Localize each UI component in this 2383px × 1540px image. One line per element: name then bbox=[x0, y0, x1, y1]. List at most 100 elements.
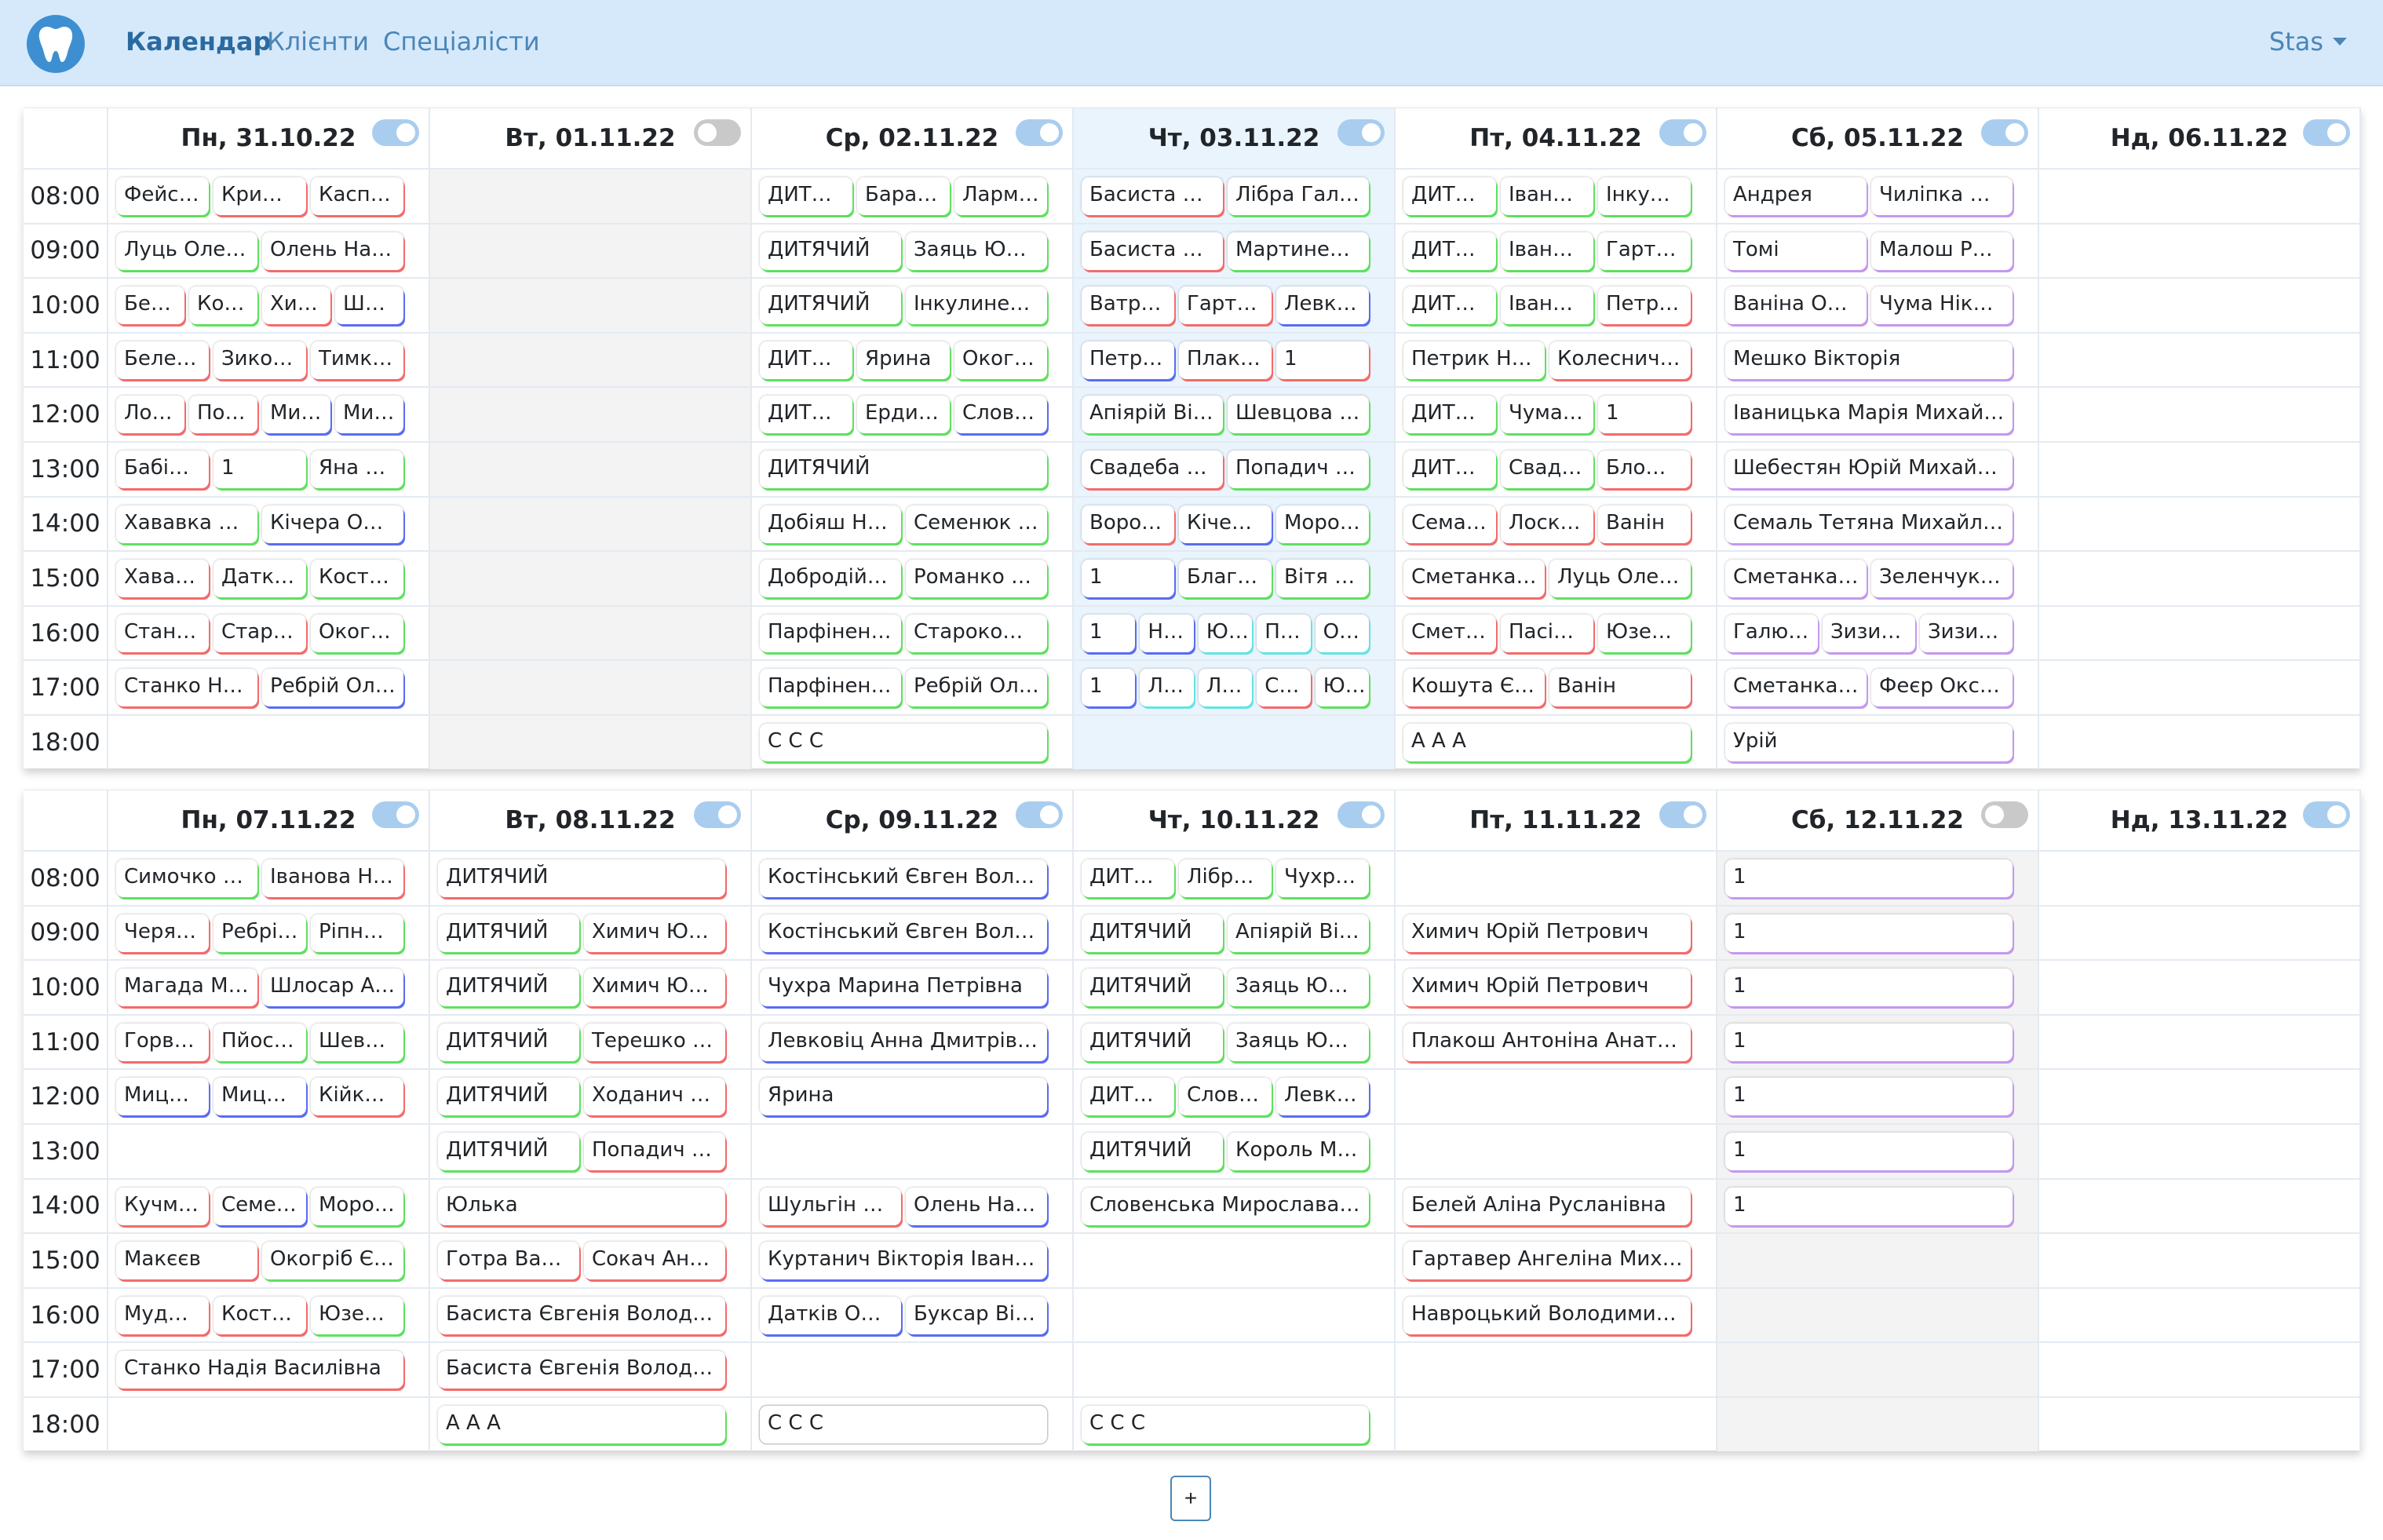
appointment-chip[interactable]: Ю… bbox=[1198, 614, 1253, 652]
time-slot-cell[interactable]: ДИТЯЧИЙ bbox=[752, 443, 1074, 496]
appointment-chip[interactable]: Король Ма… bbox=[1228, 1133, 1369, 1170]
appointment-chip[interactable]: Окогріб Єв… bbox=[262, 1242, 403, 1280]
time-slot-cell[interactable] bbox=[430, 661, 752, 714]
appointment-chip[interactable]: Хи… bbox=[262, 286, 330, 325]
time-slot-cell[interactable]: Левковіц Анна Дмитрівна bbox=[752, 1015, 1074, 1069]
time-slot-cell[interactable]: ДИТЯЧИЙ Ходанич Ю… bbox=[430, 1070, 752, 1123]
time-slot-cell[interactable]: Свадеба Га… Попадич М… bbox=[1074, 443, 1396, 496]
appointment-chip[interactable]: Луць Олек… bbox=[1549, 560, 1691, 598]
appointment-chip[interactable]: Тимко… bbox=[311, 341, 403, 379]
time-slot-cell[interactable]: А А А bbox=[1396, 716, 1717, 769]
time-slot-cell[interactable]: Басиста Єв… Лібра Гали… bbox=[1074, 170, 1396, 223]
appointment-chip[interactable]: Баран… bbox=[857, 177, 950, 215]
time-slot-cell[interactable]: 1 bbox=[1717, 1179, 2039, 1233]
appointment-chip[interactable]: ДИТЯЧИЙ bbox=[1082, 1023, 1223, 1061]
appointment-chip[interactable]: Заяць Юрі… bbox=[1228, 969, 1369, 1007]
time-slot-cell[interactable] bbox=[752, 1343, 1074, 1396]
appointment-chip[interactable]: ДИТЯЧИЙ bbox=[760, 232, 901, 270]
time-slot-cell[interactable]: Макєєв Окогріб Єв… bbox=[108, 1234, 430, 1287]
appointment-chip[interactable]: Шлосар Ан… bbox=[262, 969, 403, 1007]
time-slot-cell[interactable]: Кучми… Семен… Моро… bbox=[108, 1179, 430, 1233]
appointment-chip[interactable]: Олень Нат… bbox=[906, 1187, 1047, 1225]
time-slot-cell[interactable]: Луць Олек… Олень Нат… bbox=[108, 224, 430, 278]
time-slot-cell[interactable]: Хававка М… Кічера Оле… bbox=[108, 497, 430, 551]
appointment-chip[interactable]: Басиста Євгенія Володим… bbox=[438, 1296, 725, 1334]
appointment-chip[interactable]: 1 bbox=[213, 451, 306, 488]
appointment-chip[interactable]: Макєєв bbox=[116, 1242, 257, 1280]
time-slot-cell[interactable]: 1 bbox=[1717, 852, 2039, 905]
time-slot-cell[interactable] bbox=[2039, 661, 2361, 714]
time-slot-cell[interactable]: ДИТЯ… Ердик… Слове… bbox=[752, 388, 1074, 441]
appointment-chip[interactable]: ДИТЯ… bbox=[1403, 286, 1496, 325]
nav-link-calendar[interactable]: Календар bbox=[126, 27, 271, 57]
time-slot-cell[interactable]: 1 bbox=[1717, 1070, 2039, 1123]
time-slot-cell[interactable]: ДИТЯ… Іванц… Гартн… bbox=[1396, 224, 1717, 278]
time-slot-cell[interactable] bbox=[430, 333, 752, 387]
appointment-chip[interactable]: Ков… bbox=[189, 286, 257, 325]
appointment-chip[interactable]: Лос… bbox=[116, 396, 184, 434]
appointment-chip[interactable]: Старо… bbox=[213, 614, 306, 652]
time-slot-cell[interactable]: Сметанка … Феєр Окса… bbox=[1717, 661, 2039, 714]
appointment-chip[interactable]: Моро… bbox=[1276, 505, 1369, 543]
time-slot-cell[interactable]: Ватра… Гартн… Левко… bbox=[1074, 279, 1396, 332]
appointment-chip[interactable]: А А А bbox=[438, 1406, 725, 1443]
appointment-chip[interactable]: Белей… bbox=[116, 341, 209, 379]
time-slot-cell[interactable]: ДИТЯЧИЙ bbox=[430, 852, 752, 905]
time-slot-cell[interactable]: 1 Н… Ю… П… О… bbox=[1074, 606, 1396, 660]
time-slot-cell[interactable]: 1 Л… Л… Ст… Ю… bbox=[1074, 661, 1396, 714]
appointment-chip[interactable]: А А А bbox=[1403, 724, 1691, 761]
appointment-chip[interactable]: Левко… bbox=[1276, 1078, 1369, 1116]
time-slot-cell[interactable]: Магада Ми… Шлосар Ан… bbox=[108, 961, 430, 1014]
time-slot-cell[interactable]: Датків Оле… Буксар Вік… bbox=[752, 1288, 1074, 1342]
time-slot-cell[interactable]: 1 bbox=[1717, 1015, 2039, 1069]
appointment-chip[interactable]: Гартавер Ангеліна Михай… bbox=[1403, 1242, 1691, 1280]
appointment-chip[interactable]: Чухра Марина Петрівна bbox=[760, 969, 1047, 1007]
appointment-chip[interactable]: Ярина bbox=[760, 1078, 1047, 1116]
appointment-chip[interactable]: Ларм… bbox=[954, 177, 1047, 215]
appointment-chip[interactable]: С С С bbox=[760, 724, 1047, 761]
appointment-chip[interactable]: Іванова На… bbox=[262, 859, 403, 897]
appointment-chip[interactable]: С С С bbox=[760, 1406, 1047, 1443]
time-slot-cell[interactable]: Андрея Чиліпка М… bbox=[1717, 170, 2039, 223]
day-availability-toggle[interactable] bbox=[1659, 801, 1706, 828]
appointment-chip[interactable]: 1 bbox=[1598, 396, 1691, 434]
appointment-chip[interactable]: Белей Аліна Русланівна bbox=[1403, 1187, 1691, 1225]
appointment-chip[interactable]: Слове… bbox=[954, 396, 1047, 434]
appointment-chip[interactable]: Горва… bbox=[116, 1023, 209, 1061]
time-slot-cell[interactable] bbox=[2039, 388, 2361, 441]
appointment-chip[interactable]: Свадеба Га… bbox=[1082, 451, 1223, 488]
appointment-chip[interactable]: Станко На… bbox=[116, 669, 257, 707]
appointment-chip[interactable]: ДИТЯЧИЙ bbox=[438, 1133, 579, 1170]
appointment-chip[interactable]: Каспр… bbox=[311, 177, 403, 215]
time-slot-cell[interactable]: ДИТЯЧИЙ Попадич М… bbox=[430, 1125, 752, 1178]
appointment-chip[interactable]: Іваницька Марія Михайлів… bbox=[1725, 396, 2013, 434]
appointment-chip[interactable]: Лоскі… bbox=[1501, 505, 1593, 543]
time-slot-cell[interactable]: Костінський Євген Володи… bbox=[752, 852, 1074, 905]
time-slot-cell[interactable] bbox=[2039, 1398, 2361, 1451]
time-slot-cell[interactable] bbox=[2039, 279, 2361, 332]
appointment-chip[interactable]: 1 bbox=[1725, 1023, 2013, 1061]
appointment-chip[interactable]: Готра Вади… bbox=[438, 1242, 579, 1280]
day-availability-toggle[interactable] bbox=[1337, 801, 1385, 828]
time-slot-cell[interactable]: Парфіненк… Ребрій Оле… bbox=[752, 661, 1074, 714]
appointment-chip[interactable]: Ярина bbox=[857, 341, 950, 379]
time-slot-cell[interactable]: Станко На… Ребрій Оле… bbox=[108, 661, 430, 714]
appointment-chip[interactable]: Блага … bbox=[1179, 560, 1272, 598]
appointment-chip[interactable]: Черян… bbox=[116, 914, 209, 952]
time-slot-cell[interactable]: ДИТЯЧИЙ Апіярій Вік… bbox=[1074, 906, 1396, 960]
appointment-chip[interactable]: Юзеф… bbox=[1598, 614, 1691, 652]
time-slot-cell[interactable] bbox=[108, 1125, 430, 1178]
time-slot-cell[interactable] bbox=[2039, 170, 2361, 223]
time-slot-cell[interactable]: ДИТЯ… Слове… Левко… bbox=[1074, 1070, 1396, 1123]
day-availability-toggle[interactable] bbox=[1981, 119, 2028, 146]
time-slot-cell[interactable] bbox=[2039, 1234, 2361, 1287]
appointment-chip[interactable]: Слове… bbox=[1179, 1078, 1272, 1116]
appointment-chip[interactable]: Старокоже… bbox=[906, 614, 1047, 652]
time-slot-cell[interactable]: ДИТЯ… Чума … 1 bbox=[1396, 388, 1717, 441]
time-slot-cell[interactable]: Добродій … Романко Я… bbox=[752, 552, 1074, 605]
appointment-chip[interactable]: ДИТЯЧИЙ bbox=[438, 1023, 579, 1061]
appointment-chip[interactable]: 1 bbox=[1725, 969, 2013, 1007]
time-slot-cell[interactable]: Шебестян Юрій Михайлов… bbox=[1717, 443, 2039, 496]
time-slot-cell[interactable] bbox=[1074, 1234, 1396, 1287]
time-slot-cell[interactable] bbox=[430, 552, 752, 605]
